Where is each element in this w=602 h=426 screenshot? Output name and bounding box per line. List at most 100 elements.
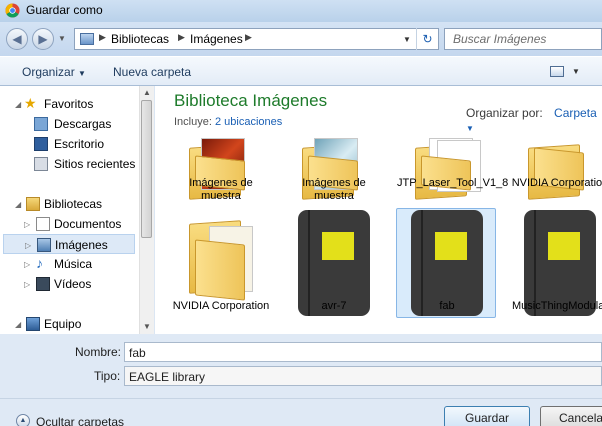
sidebar-label: Favoritos [44,97,94,111]
includes-locations-link[interactable]: 2 ubicaciones [215,116,282,128]
refresh-button[interactable]: ↻ [416,28,438,50]
title-bar: Guardar como [0,0,602,22]
expand-arrow-icon[interactable]: ▷ [25,241,31,250]
organize-menu-button[interactable]: Organizar ▼ [22,65,86,79]
scroll-down-icon[interactable]: ▼ [143,322,151,331]
address-dropdown-icon[interactable]: ▼ [403,35,411,44]
navigation-pane: ◢ ★ Favoritos Descargas Escritorio Sitio… [0,86,154,334]
new-folder-button[interactable]: Nueva carpeta [113,65,191,79]
videos-icon [36,277,50,291]
sidebar-item-imagenes[interactable]: ▷ Imágenes [3,234,135,254]
sidebar-label: Sitios recientes [54,157,136,171]
file-name-label: Nombre: [75,345,122,359]
file-type-select[interactable]: EAGLE library [124,366,602,386]
sidebar-label: Escritorio [54,137,105,151]
search-input[interactable]: Buscar Imágenes [453,32,546,46]
view-dropdown-icon[interactable]: ▼ [572,67,580,76]
includes-label: Incluye: [174,116,212,128]
arrange-label: Organizar por: [466,106,543,120]
expand-arrow-icon[interactable]: ▷ [24,220,30,229]
forward-button[interactable]: ▶ [32,28,54,50]
sidebar-label: Imágenes [55,238,108,252]
collapse-arrow-icon[interactable]: ◢ [15,200,21,209]
expand-arrow-icon[interactable]: ▷ [24,260,30,269]
scroll-up-icon[interactable]: ▲ [143,88,151,97]
item-name: NVIDIA Corporation [172,300,270,312]
address-bar[interactable]: ▶ Bibliotecas ▶ Imágenes ▶ ▼ [74,28,439,50]
sidebar-item-escritorio[interactable]: Escritorio [0,134,140,154]
sidebar-item-videos[interactable]: ▷ Vídeos [0,274,140,294]
computer-icon [26,317,40,331]
sidebar-label: Equipo [44,317,82,331]
divider [0,398,602,399]
sidebar-label: Documentos [54,217,122,231]
cancel-button[interactable]: Cancelar [540,406,602,426]
breadcrumb-item-imagenes[interactable]: Imágenes [190,32,243,46]
organize-label: Organizar [22,65,75,79]
sidebar-item-descargas[interactable]: Descargas [0,114,140,134]
file-name-input[interactable]: fab [129,346,146,360]
item-name: JTP_Laser_Tool_V1_8 [397,177,509,189]
recent-pages-dropdown-icon[interactable]: ▼ [58,34,66,43]
sidebar-item-favoritos[interactable]: ◢ ★ Favoritos [0,94,140,114]
file-name-field[interactable]: fab [124,342,602,362]
window-title: Guardar como [26,3,103,17]
arrow-left-icon: ◀ [12,32,22,46]
chevron-down-icon: ▼ [78,69,86,78]
view-options-icon[interactable] [550,66,564,77]
sidebar-item-documentos[interactable]: ▷ Documentos [0,214,140,234]
collapse-arrow-icon[interactable]: ◢ [15,100,21,109]
chevron-up-icon[interactable]: ▲ [16,414,30,426]
sidebar-label: Descargas [54,117,112,131]
sidebar-label: Vídeos [54,277,92,291]
sidebar-item-bibliotecas[interactable]: ◢ Bibliotecas [0,194,140,214]
back-button[interactable]: ◀ [6,28,28,50]
item-name: NVIDIA Corporation [511,177,602,189]
item-name: Imágenes de muestra [302,177,366,202]
library-title: Biblioteca Imágenes [174,91,328,110]
list-item[interactable]: NVIDIA Corporation [171,208,271,318]
item-name: avr-7 [321,300,347,312]
folder-icon [189,214,255,301]
item-name: fab [439,300,455,312]
sidebar-item-sitios-recientes[interactable]: Sitios recientes [0,154,140,174]
pictures-icon [37,238,51,252]
includes-info: Incluye: 2 ubicaciones [174,116,282,128]
sidebar-label: Bibliotecas [44,197,103,211]
music-note-icon: ♪ [36,255,43,271]
breadcrumb-separator-icon[interactable]: ▶ [245,32,252,43]
chrome-icon [5,3,20,18]
file-type-value: EAGLE library [129,370,206,384]
list-item[interactable]: MusicThingModular [510,208,602,318]
sidebar-label: Música [54,257,93,271]
expand-arrow-icon[interactable]: ▷ [24,280,30,289]
library-icon [80,33,94,45]
breadcrumb-separator-icon[interactable]: ▶ [178,32,185,43]
search-box[interactable]: Buscar Imágenes [444,28,602,50]
hide-folders-button[interactable]: Ocultar carpetas [36,415,124,426]
downloads-folder-icon [34,117,48,131]
sidebar-item-musica[interactable]: ▷ ♪ Música [0,254,140,274]
list-item-selected[interactable]: fab [397,208,497,318]
collapse-arrow-icon[interactable]: ◢ [15,320,21,329]
chevron-down-icon[interactable]: ▼ [466,124,474,133]
desktop-icon [34,137,48,151]
libraries-icon [26,197,40,211]
sidebar-item-equipo[interactable]: ◢ Equipo [0,314,140,334]
recent-places-icon [34,157,48,171]
breadcrumb-item-bibliotecas[interactable]: Bibliotecas [111,32,169,46]
save-button[interactable]: Guardar [444,406,530,426]
item-name: Imágenes de muestra [189,177,253,202]
scrollbar-thumb[interactable] [141,100,152,238]
file-type-label: Tipo: [94,369,121,383]
arrange-by: Organizar por: Carpeta ▼ [466,106,602,134]
arrange-by-dropdown[interactable]: Carpeta [554,106,597,120]
toolbar: Organizar ▼ Nueva carpeta ▼ [0,56,602,86]
documents-icon [36,217,50,231]
navigation-bar: ◀ ▶ ▼ ▶ Bibliotecas ▶ Imágenes ▶ ▼ ↻ Bus… [0,22,602,56]
arrow-right-icon: ▶ [38,32,48,46]
list-item[interactable]: avr-7 [284,208,384,318]
breadcrumb-separator-icon[interactable]: ▶ [99,32,106,43]
refresh-icon: ↻ [422,32,433,46]
item-name: MusicThingModular [512,300,602,312]
